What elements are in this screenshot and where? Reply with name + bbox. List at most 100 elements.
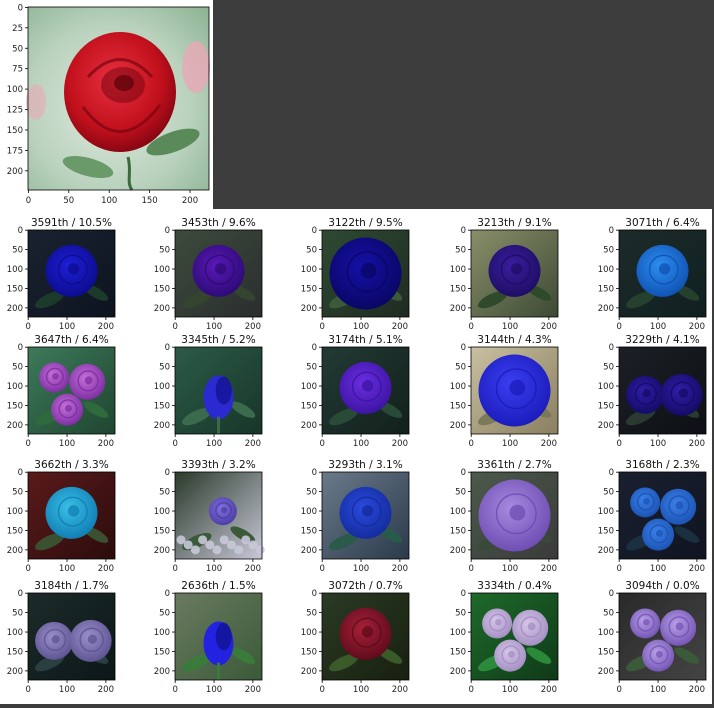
result-cell: 3361th / 2.7%0501001502000 100 200 xyxy=(450,459,559,574)
x-tick-label: 100 xyxy=(206,685,222,695)
x-tick-label: 100 xyxy=(353,322,369,332)
x-tick-label: 0 xyxy=(172,439,177,449)
y-tick-label: 0 xyxy=(609,468,614,478)
y-tick-label: 0 xyxy=(461,589,466,599)
y-tick-label: 50 xyxy=(12,246,23,256)
y-tick-label: 150 xyxy=(598,284,614,294)
x-tick-label: 200 xyxy=(98,439,114,449)
result-cell: 3184th / 1.7%0501001502000 100 200 xyxy=(7,580,116,695)
x-tick-label: 100 xyxy=(502,322,518,332)
y-tick-label: 200 xyxy=(154,304,170,314)
y-tick-label: 0 xyxy=(609,343,614,353)
y-tick-label: 200 xyxy=(301,421,317,431)
y-tick-label: 100 xyxy=(598,628,614,638)
x-tick-label: 200 xyxy=(689,439,705,449)
y-tick-label: 0 xyxy=(18,343,23,353)
y-tick-label: 50 xyxy=(603,488,614,498)
y-tick-label: 100 xyxy=(154,382,170,392)
y-tick-label: 200 xyxy=(154,546,170,556)
y-tick-label: 0 xyxy=(609,226,614,236)
result-cell: 3591th / 10.5%0501001502000 100 200 xyxy=(7,217,116,332)
x-tick-label: 200 xyxy=(541,564,557,574)
x-tick-label: 0 xyxy=(616,564,621,574)
result-cell: 3293th / 3.1%0501001502000 100 200 xyxy=(301,459,410,574)
y-tick-label: 100 xyxy=(450,628,466,638)
rose-image xyxy=(619,347,706,434)
query-y-tick-label: 150 xyxy=(7,126,23,136)
y-tick-label: 150 xyxy=(450,284,466,294)
result-title: 3647th / 6.4% xyxy=(34,334,108,346)
x-tick-label: 100 xyxy=(650,564,666,574)
query-image-panel: 0 25 50 75 100 125 150 175 200 0 50 100 150 200 xyxy=(0,0,213,209)
x-tick-label: 0 xyxy=(468,564,473,574)
result-title: 3144th / 4.3% xyxy=(477,334,551,346)
y-tick-label: 100 xyxy=(598,265,614,275)
query-x-tick-label: 150 xyxy=(141,196,157,206)
query-y-tick-label: 200 xyxy=(7,167,23,177)
x-tick-label: 0 xyxy=(319,322,324,332)
y-tick-label: 150 xyxy=(7,526,23,536)
y-tick-label: 50 xyxy=(12,488,23,498)
result-title: 3662th / 3.3% xyxy=(34,459,108,471)
y-tick-label: 100 xyxy=(301,382,317,392)
result-title: 3591th / 10.5% xyxy=(31,217,112,229)
rose-image xyxy=(322,230,409,317)
rose-image xyxy=(471,347,558,434)
y-tick-label: 200 xyxy=(154,421,170,431)
result-title: 3168th / 2.3% xyxy=(625,459,699,471)
x-tick-label: 200 xyxy=(392,439,408,449)
x-tick-label: 100 xyxy=(353,564,369,574)
x-tick-label: 0 xyxy=(468,439,473,449)
y-tick-label: 50 xyxy=(159,363,170,373)
rose-image xyxy=(175,230,262,317)
result-cell: 3345th / 5.2%0501001502000 100 200 xyxy=(154,334,263,449)
y-tick-label: 200 xyxy=(301,546,317,556)
y-tick-label: 0 xyxy=(461,226,466,236)
x-tick-label: 200 xyxy=(98,685,114,695)
rose-image xyxy=(471,230,558,317)
result-title: 2636th / 1.5% xyxy=(181,580,255,592)
y-tick-label: 50 xyxy=(306,488,317,498)
result-title: 3184th / 1.7% xyxy=(34,580,108,592)
y-tick-label: 50 xyxy=(306,363,317,373)
y-tick-label: 100 xyxy=(154,628,170,638)
y-tick-label: 0 xyxy=(165,589,170,599)
y-tick-label: 50 xyxy=(603,609,614,619)
rose-image xyxy=(322,347,409,434)
y-tick-label: 200 xyxy=(450,546,466,556)
result-title: 3334th / 0.4% xyxy=(477,580,551,592)
y-tick-label: 50 xyxy=(159,609,170,619)
y-tick-label: 150 xyxy=(301,284,317,294)
result-cell: 3229th / 4.1%0501001502000 100 200 xyxy=(598,334,707,449)
y-tick-label: 50 xyxy=(455,246,466,256)
y-tick-label: 200 xyxy=(598,667,614,677)
y-tick-label: 0 xyxy=(609,589,614,599)
result-cell: 3144th / 4.3%0501001502000 100 200 xyxy=(450,334,559,449)
y-tick-label: 0 xyxy=(165,468,170,478)
y-tick-label: 0 xyxy=(461,468,466,478)
y-tick-label: 150 xyxy=(450,401,466,411)
x-tick-label: 200 xyxy=(541,685,557,695)
y-tick-label: 200 xyxy=(7,667,23,677)
y-tick-label: 50 xyxy=(603,363,614,373)
y-tick-label: 200 xyxy=(154,667,170,677)
x-tick-label: 100 xyxy=(650,322,666,332)
x-tick-label: 100 xyxy=(206,439,222,449)
y-tick-label: 150 xyxy=(7,284,23,294)
y-tick-label: 0 xyxy=(165,343,170,353)
x-tick-label: 100 xyxy=(59,439,75,449)
x-tick-label: 200 xyxy=(245,685,261,695)
rose-image xyxy=(28,593,115,680)
result-cell: 3647th / 6.4%0501001502000 100 200 xyxy=(7,334,116,449)
y-tick-label: 0 xyxy=(18,226,23,236)
y-tick-label: 200 xyxy=(450,304,466,314)
result-cell: 3168th / 2.3%0501001502000 100 200 xyxy=(598,459,707,574)
query-y-tick-label: 100 xyxy=(7,85,23,95)
y-tick-label: 100 xyxy=(7,382,23,392)
y-tick-label: 150 xyxy=(7,401,23,411)
result-cell: 3071th / 6.4%0501001502000 100 200 xyxy=(598,217,707,332)
result-title: 3453th / 9.6% xyxy=(181,217,255,229)
result-cell: 3453th / 9.6%0501001502000 100 200 xyxy=(154,217,263,332)
query-x-tick-label: 50 xyxy=(63,196,74,206)
y-tick-label: 150 xyxy=(154,647,170,657)
